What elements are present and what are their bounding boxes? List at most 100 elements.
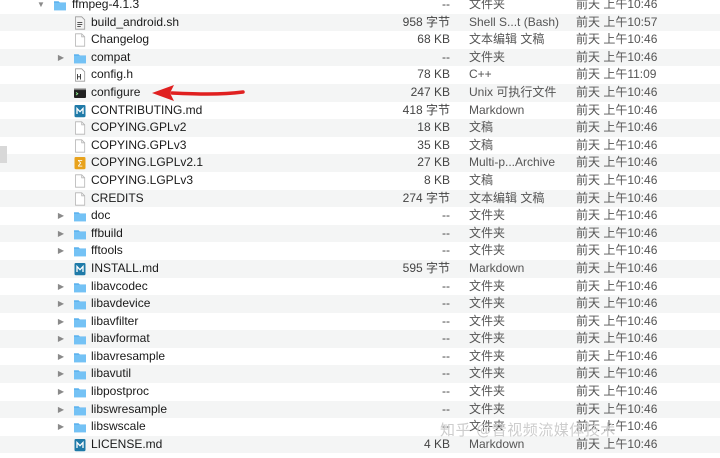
disclosure-collapsed-icon[interactable]: ▶ — [56, 313, 66, 331]
folder-icon — [73, 332, 87, 346]
folder-icon — [73, 209, 87, 223]
folder-icon — [73, 51, 87, 65]
file-size: 418 字节 — [402, 102, 450, 117]
file-row[interactable]: ▶ ffbuild -- 文件夹 前天 上午10:46 — [0, 224, 720, 243]
file-name: libswresample — [91, 401, 168, 416]
disclosure-collapsed-icon[interactable]: ▶ — [56, 383, 66, 401]
file-date: 前天 上午10:46 — [576, 313, 658, 328]
file-date: 前天 上午10:46 — [576, 137, 658, 152]
disclosure-collapsed-icon[interactable]: ▶ — [56, 295, 66, 313]
file-row[interactable]: build_android.sh 958 字节 Shell S...t (Bash)… — [0, 13, 720, 32]
file-row[interactable]: ▶ libpostproc -- 文件夹 前天 上午10:46 — [0, 383, 720, 401]
file-size: 247 KB — [410, 84, 450, 99]
file-kind: Unix 可执行文件 — [469, 84, 557, 99]
file-row[interactable]: ▶ libavfilter -- 文件夹 前天 上午10:46 — [0, 313, 720, 331]
disclosure-collapsed-icon[interactable]: ▶ — [56, 225, 66, 243]
disclosure-collapsed-icon[interactable]: ▶ — [56, 278, 66, 296]
file-name: compat — [91, 49, 131, 64]
file-row[interactable]: CONTRIBUTING.md 418 字节 Markdown 前天 上午10:46 — [0, 102, 720, 120]
folder-icon — [73, 385, 87, 399]
disclosure-collapsed-icon[interactable]: ▶ — [56, 365, 66, 383]
file-row[interactable]: ▶ libavformat -- 文件夹 前天 上午10:46 — [0, 330, 720, 348]
file-size: -- — [442, 348, 450, 363]
file-date: 前天 上午10:46 — [576, 120, 658, 135]
file-row[interactable]: COPYING.LGPLv3 8 KB 文稿 前天 上午10:46 — [0, 172, 720, 190]
file-row[interactable]: configure 247 KB Unix 可执行文件 前天 上午10:46 — [0, 83, 720, 102]
disclosure-collapsed-icon[interactable]: ▶ — [56, 330, 66, 348]
sidebar-edge — [0, 146, 7, 163]
file-kind: 文件夹 — [469, 49, 506, 64]
file-kind: 文件夹 — [469, 208, 506, 223]
disclosure-collapsed-icon[interactable]: ▶ — [56, 242, 66, 260]
disclosure-collapsed-icon[interactable]: ▶ — [56, 207, 66, 225]
file-row[interactable]: ▶ compat -- 文件夹 前天 上午10:46 — [0, 48, 720, 67]
file-size: -- — [442, 419, 450, 434]
file-name: libavdevice — [91, 296, 151, 311]
disclosure-collapsed-icon[interactable]: ▶ — [56, 49, 66, 67]
file-date: 前天 上午10:46 — [576, 296, 658, 311]
file-size: 35 KB — [417, 137, 450, 152]
file-row[interactable]: COPYING.GPLv2 18 KB 文稿 前天 上午10:46 — [0, 119, 720, 137]
file-row[interactable]: ▶ libavresample -- 文件夹 前天 上午10:46 — [0, 348, 720, 366]
header-file-icon — [73, 68, 87, 82]
file-kind: 文件夹 — [469, 278, 506, 293]
file-date: 前天 上午10:46 — [576, 331, 658, 346]
file-row[interactable]: ▶ libavcodec -- 文件夹 前天 上午10:46 — [0, 278, 720, 296]
file-date: 前天 上午10:46 — [576, 384, 658, 399]
file-name: libavcodec — [91, 278, 148, 293]
file-name: COPYING.LGPLv3 — [91, 172, 194, 187]
archive-file-icon: Σ — [73, 156, 87, 170]
file-size: -- — [442, 401, 450, 416]
document-icon — [73, 191, 87, 206]
file-name: libavfilter — [91, 313, 139, 328]
file-row[interactable]: CREDITS 274 字节 文本编辑 文稿 前天 上午10:46 — [0, 189, 720, 208]
document-icon — [73, 174, 87, 188]
file-name: libavutil — [91, 366, 132, 381]
file-row[interactable]: ▶ doc -- 文件夹 前天 上午10:46 — [0, 207, 720, 225]
file-row[interactable]: ▶ libavdevice -- 文件夹 前天 上午10:46 — [0, 295, 720, 313]
folder-icon — [73, 244, 87, 258]
file-date: 前天 上午10:46 — [576, 401, 658, 416]
file-name: libswscale — [91, 419, 146, 434]
file-size: -- — [442, 243, 450, 258]
file-name: ffmpeg-4.1.3 — [72, 0, 140, 11]
file-row[interactable]: Σ COPYING.LGPLv2.1 27 KB Multi-p...Archive 前… — [0, 154, 720, 172]
file-name: INSTALL.md — [91, 260, 159, 275]
file-list: ▼ ffmpeg-4.1.3 -- 文件夹 前天 上午10:46 build_androi… — [0, 0, 720, 454]
file-row[interactable]: ▶ libavutil -- 文件夹 前天 上午10:46 — [0, 365, 720, 384]
file-name: CREDITS — [91, 190, 144, 205]
file-name: build_android.sh — [91, 14, 180, 29]
file-row[interactable]: ▶ fftools -- 文件夹 前天 上午10:46 — [0, 242, 720, 260]
file-size: -- — [442, 278, 450, 293]
file-row[interactable]: config.h 78 KB C++ 前天 上午11:09 — [0, 66, 720, 84]
file-row[interactable]: COPYING.GPLv3 35 KB 文稿 前天 上午10:46 — [0, 137, 720, 155]
file-row[interactable]: ▼ ffmpeg-4.1.3 -- 文件夹 前天 上午10:46 — [0, 0, 720, 14]
file-date: 前天 上午10:46 — [576, 190, 658, 205]
file-name: fftools — [91, 243, 123, 258]
file-size: -- — [442, 296, 450, 311]
file-kind: 文件夹 — [469, 348, 506, 363]
file-row[interactable]: Changelog 68 KB 文本编辑 文稿 前天 上午10:46 — [0, 31, 720, 49]
disclosure-collapsed-icon[interactable]: ▶ — [56, 401, 66, 419]
file-kind: 文件夹 — [469, 366, 506, 381]
file-kind: Markdown — [469, 102, 525, 117]
file-name: LICENSE.md — [91, 436, 163, 451]
folder-icon — [73, 403, 87, 417]
folder-icon — [73, 280, 87, 294]
file-name: ffbuild — [91, 225, 123, 240]
file-kind: 文件夹 — [469, 0, 506, 11]
red-arrow-icon — [152, 85, 245, 101]
disclosure-collapsed-icon[interactable]: ▶ — [56, 418, 66, 436]
folder-icon — [53, 0, 67, 12]
file-row[interactable]: INSTALL.md 595 字节 Markdown 前天 上午10:46 — [0, 259, 720, 278]
file-row[interactable]: ▶ libswresample -- 文件夹 前天 上午10:46 — [0, 400, 720, 419]
disclosure-expanded-icon[interactable]: ▼ — [36, 0, 46, 14]
file-size: -- — [442, 331, 450, 346]
disclosure-collapsed-icon[interactable]: ▶ — [56, 348, 66, 366]
file-name: config.h — [91, 67, 134, 82]
file-size: 958 字节 — [402, 14, 450, 29]
file-date: 前天 上午10:46 — [576, 0, 658, 11]
markdown-file-icon — [73, 104, 87, 118]
folder-icon — [73, 420, 87, 434]
file-date: 前天 上午10:46 — [576, 102, 658, 117]
